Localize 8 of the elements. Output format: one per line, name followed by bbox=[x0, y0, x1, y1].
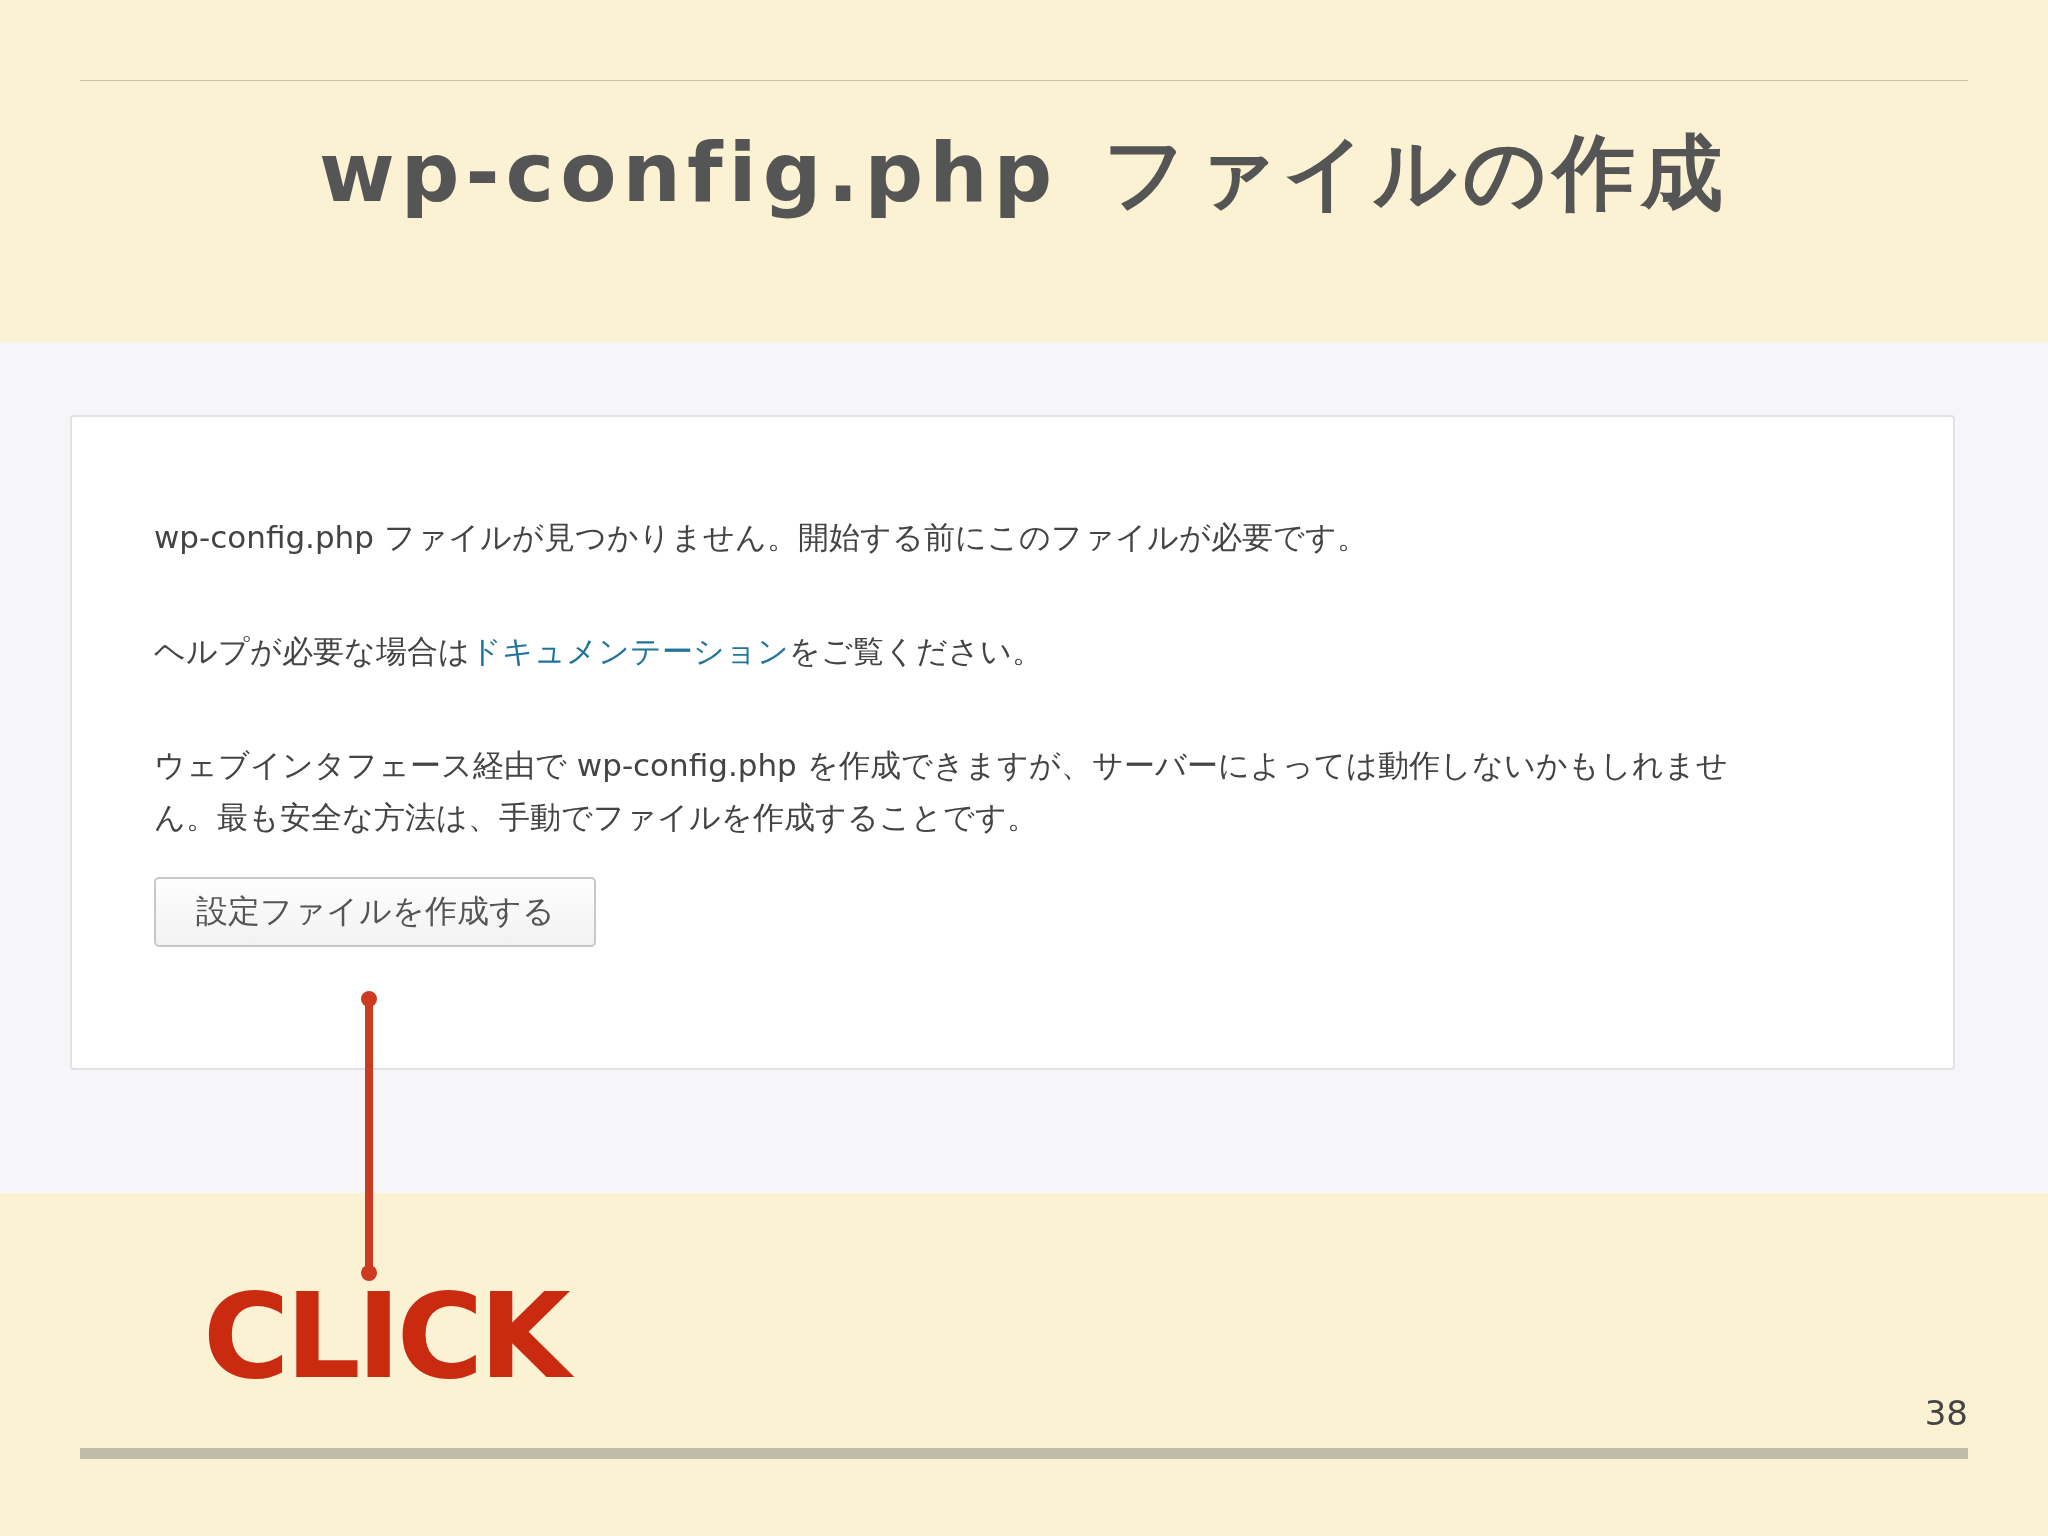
message-text: ウェブインタフェース経由で wp-config.php を作成できますが、サーバーによっては動作しないかもしれません。最も安全な方法は、手動でファイルを作成することです。 bbox=[154, 746, 1729, 837]
click-annotation: CLICK bbox=[195, 1263, 575, 1411]
slide-title: wp-config.php ファイルの作成 bbox=[318, 124, 1730, 222]
documentation-link[interactable]: ドキュメンテーション bbox=[470, 633, 789, 669]
message-text: wp-config.php ファイルが見つかりません。開始する前にこのファイルが必要です。 bbox=[154, 518, 1368, 557]
create-config-button[interactable]: 設定ファイルを作成する bbox=[154, 877, 596, 947]
page-number: 38 bbox=[1924, 1393, 1968, 1433]
help-text: ヘルプが必要な場合は ドキュメンテーションをご覧ください。 bbox=[154, 632, 1043, 671]
